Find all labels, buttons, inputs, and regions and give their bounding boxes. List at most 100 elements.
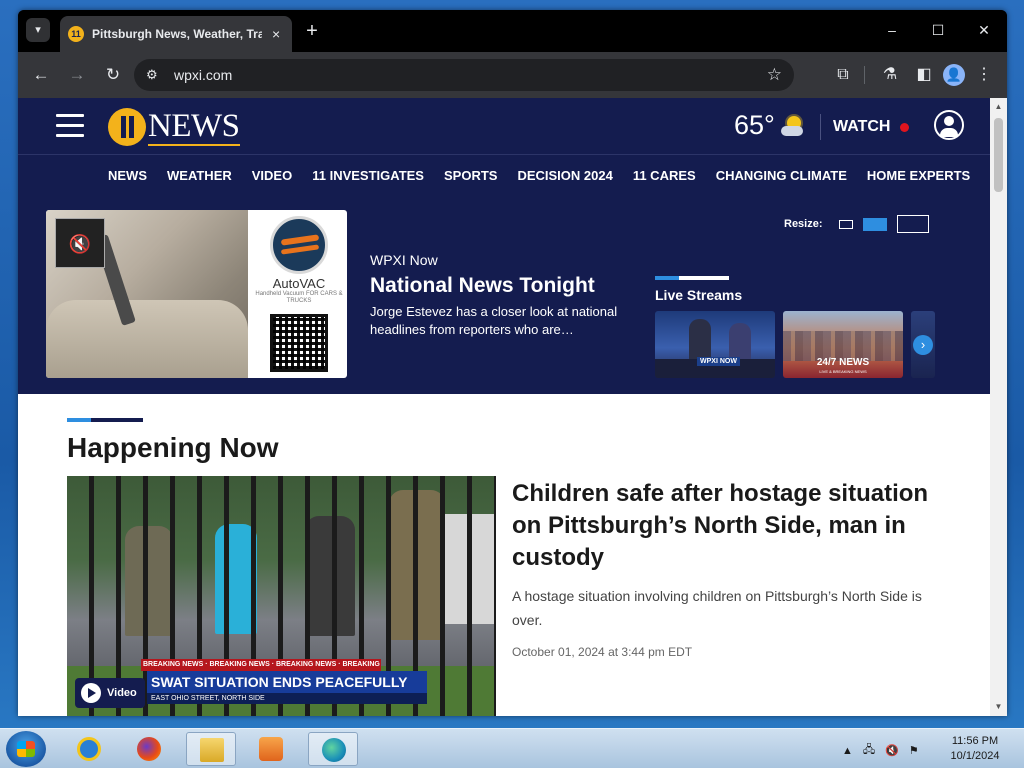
wpxi-logo[interactable]: NEWS xyxy=(108,108,240,146)
site-header: NEWS 65° WATCH NEWS WEATHER VIDEO 11 INV… xyxy=(18,98,990,394)
header-divider xyxy=(820,114,821,140)
section-accent-bar xyxy=(67,418,143,422)
browser-menu-icon[interactable]: ⋮ xyxy=(969,60,999,90)
resize-label: Resize: xyxy=(784,218,823,230)
section-title: Happening Now xyxy=(67,432,279,463)
browser-toolbar: ← → ↻ ⚙ wpxi.com ☆ ⧉ ⚗ ◧ 👤 ⋮ xyxy=(18,52,1007,98)
breaking-news-ticker: BREAKING NEWS · BREAKING NEWS · BREAKING… xyxy=(141,659,381,671)
qr-code-icon xyxy=(270,314,328,372)
player-resize-controls: Resize: xyxy=(784,215,939,233)
site-info-icon[interactable]: ⚙ xyxy=(146,67,164,83)
video-play-button[interactable]: Video xyxy=(75,678,145,708)
tray-overflow-arrow-icon[interactable]: ▲ xyxy=(842,745,853,757)
tab-close-icon[interactable]: × xyxy=(268,26,284,42)
resize-medium-icon[interactable] xyxy=(862,217,887,231)
lead-story-headline[interactable]: Children safe after hostage situation on… xyxy=(512,478,952,574)
lead-story-video-thumbnail[interactable]: BREAKING NEWS · BREAKING NEWS · BREAKING… xyxy=(67,476,496,716)
scroll-down-arrow-icon[interactable]: ▼ xyxy=(990,700,1007,714)
nav-item-sports[interactable]: SPORTS xyxy=(444,168,497,183)
live-indicator-icon xyxy=(900,122,910,132)
wpxi-favicon-icon: 11 xyxy=(68,26,84,42)
extensions-icon[interactable]: ⧉ xyxy=(828,60,858,90)
taskbar-file-explorer[interactable] xyxy=(186,732,236,766)
nav-item-weather[interactable]: WEATHER xyxy=(167,168,232,183)
live-stream-thumbnail-wpxi-now[interactable]: WPXI NOW xyxy=(655,311,775,378)
tab-strip: ▾ 11 Pittsburgh News, Weather, Traffic ×… xyxy=(18,10,1007,52)
nav-item-news[interactable]: NEWS xyxy=(108,168,147,183)
toolbar-divider xyxy=(864,66,865,84)
nav-item-home-experts[interactable]: HOME EXPERTS xyxy=(867,168,970,183)
wpxi-now-badge: WPXI NOW xyxy=(697,357,740,366)
taskbar-firefox[interactable] xyxy=(124,732,174,766)
resize-small-icon[interactable] xyxy=(838,219,853,229)
live-stream-thumbnail-24-7-news[interactable]: 24/7 NEWS LIVE & BREAKING NEWS xyxy=(783,311,903,378)
channel-11-logo-icon xyxy=(108,108,146,146)
start-button[interactable] xyxy=(6,731,46,767)
maximize-button[interactable]: ☐ xyxy=(915,10,961,50)
firefox-icon xyxy=(137,737,161,761)
autovac-logo-icon xyxy=(270,216,328,274)
lead-story-summary: A hostage situation involving children o… xyxy=(512,588,922,628)
watch-live-button[interactable]: WATCH xyxy=(833,118,910,136)
scrollbar-thumb[interactable] xyxy=(994,118,1003,192)
carousel-next-icon[interactable]: › xyxy=(913,335,933,355)
tab-search-button[interactable]: ▾ xyxy=(26,18,50,42)
browser-tab[interactable]: 11 Pittsburgh News, Weather, Traffic × xyxy=(60,16,292,52)
volume-muted-icon[interactable]: 🔇 xyxy=(885,744,899,757)
hamburger-menu-icon[interactable] xyxy=(56,114,84,138)
media-player-icon xyxy=(259,737,283,761)
side-panel-icon[interactable]: ◧ xyxy=(909,60,939,90)
taskbar-internet-explorer[interactable] xyxy=(64,732,114,766)
system-tray: ▲ 🖧 🔇 ⚑ xyxy=(842,741,929,760)
account-icon[interactable] xyxy=(934,110,964,140)
nav-item-11-cares[interactable]: 11 CARES xyxy=(633,168,696,183)
minimize-button[interactable]: – xyxy=(869,10,915,50)
lower-third-headline: SWAT SITUATION ENDS PEACEFULLY xyxy=(147,671,427,693)
taskbar-media-player[interactable] xyxy=(246,732,296,766)
nav-item-video[interactable]: VIDEO xyxy=(252,168,292,183)
reload-button[interactable]: ↻ xyxy=(98,60,128,90)
nav-item-11-investigates[interactable]: 11 INVESTIGATES xyxy=(312,168,424,183)
system-clock[interactable]: 11:56 PM 10/1/2024 xyxy=(940,734,1010,764)
stream-label: 24/7 NEWS xyxy=(816,357,870,368)
video-label: Video xyxy=(107,687,137,699)
autovac-advertisement[interactable]: 🔇 AutoVAC Handheld Vacuum FOR CARS & TRU… xyxy=(46,210,347,378)
ad-subtitle: Handheld Vacuum FOR CARS & TRUCKS xyxy=(255,291,343,304)
close-window-button[interactable]: ✕ xyxy=(961,10,1007,50)
page-viewport: NEWS 65° WATCH NEWS WEATHER VIDEO 11 INV… xyxy=(18,98,1007,716)
live-streams-title: Live Streams xyxy=(655,287,743,303)
network-icon[interactable]: 🖧 xyxy=(863,741,875,760)
lower-third-location: EAST OHIO STREET, NORTH SIDE xyxy=(147,693,427,704)
mute-icon[interactable]: 🔇 xyxy=(55,218,105,268)
clock-date: 10/1/2024 xyxy=(950,750,1000,762)
forward-button[interactable]: → xyxy=(62,60,92,90)
profile-avatar-icon[interactable]: 👤 xyxy=(943,64,965,86)
address-bar[interactable]: ⚙ wpxi.com ☆ xyxy=(134,59,794,91)
nav-item-changing-climate[interactable]: CHANGING CLIMATE xyxy=(716,168,847,183)
logo-text: NEWS xyxy=(148,108,240,146)
edge-icon xyxy=(322,738,346,762)
partly-sunny-icon xyxy=(780,114,805,138)
taskbar-edge[interactable] xyxy=(308,732,358,766)
stream-sublabel: LIVE & BREAKING NEWS xyxy=(819,369,867,374)
file-explorer-icon xyxy=(200,738,224,762)
feature-description[interactable]: Jorge Estevez has a closer look at natio… xyxy=(370,303,630,339)
live-streams-accent-bar xyxy=(655,276,729,280)
watch-label: WATCH xyxy=(833,118,891,135)
action-center-flag-icon[interactable]: ⚑ xyxy=(909,744,919,757)
nav-item-decision-2024[interactable]: DECISION 2024 xyxy=(517,168,612,183)
scroll-up-arrow-icon[interactable]: ▲ xyxy=(990,100,1007,114)
weather-widget[interactable]: 65° xyxy=(734,110,805,141)
back-button[interactable]: ← xyxy=(26,60,56,90)
window-controls: – ☐ ✕ xyxy=(869,10,1007,50)
feature-title[interactable]: National News Tonight xyxy=(370,274,595,298)
browser-window: ▾ 11 Pittsburgh News, Weather, Traffic ×… xyxy=(18,10,1007,716)
resize-large-icon[interactable] xyxy=(896,215,929,233)
page-scrollbar[interactable]: ▲ ▼ xyxy=(990,98,1007,716)
url-text[interactable]: wpxi.com xyxy=(174,67,767,83)
bookmark-star-icon[interactable]: ☆ xyxy=(767,65,782,85)
labs-icon[interactable]: ⚗ xyxy=(875,60,905,90)
lead-story-date: October 01, 2024 at 3:44 pm EDT xyxy=(512,645,693,659)
new-tab-button[interactable]: + xyxy=(300,20,324,42)
toolbar-actions: ⧉ ⚗ ◧ 👤 ⋮ xyxy=(824,60,999,90)
